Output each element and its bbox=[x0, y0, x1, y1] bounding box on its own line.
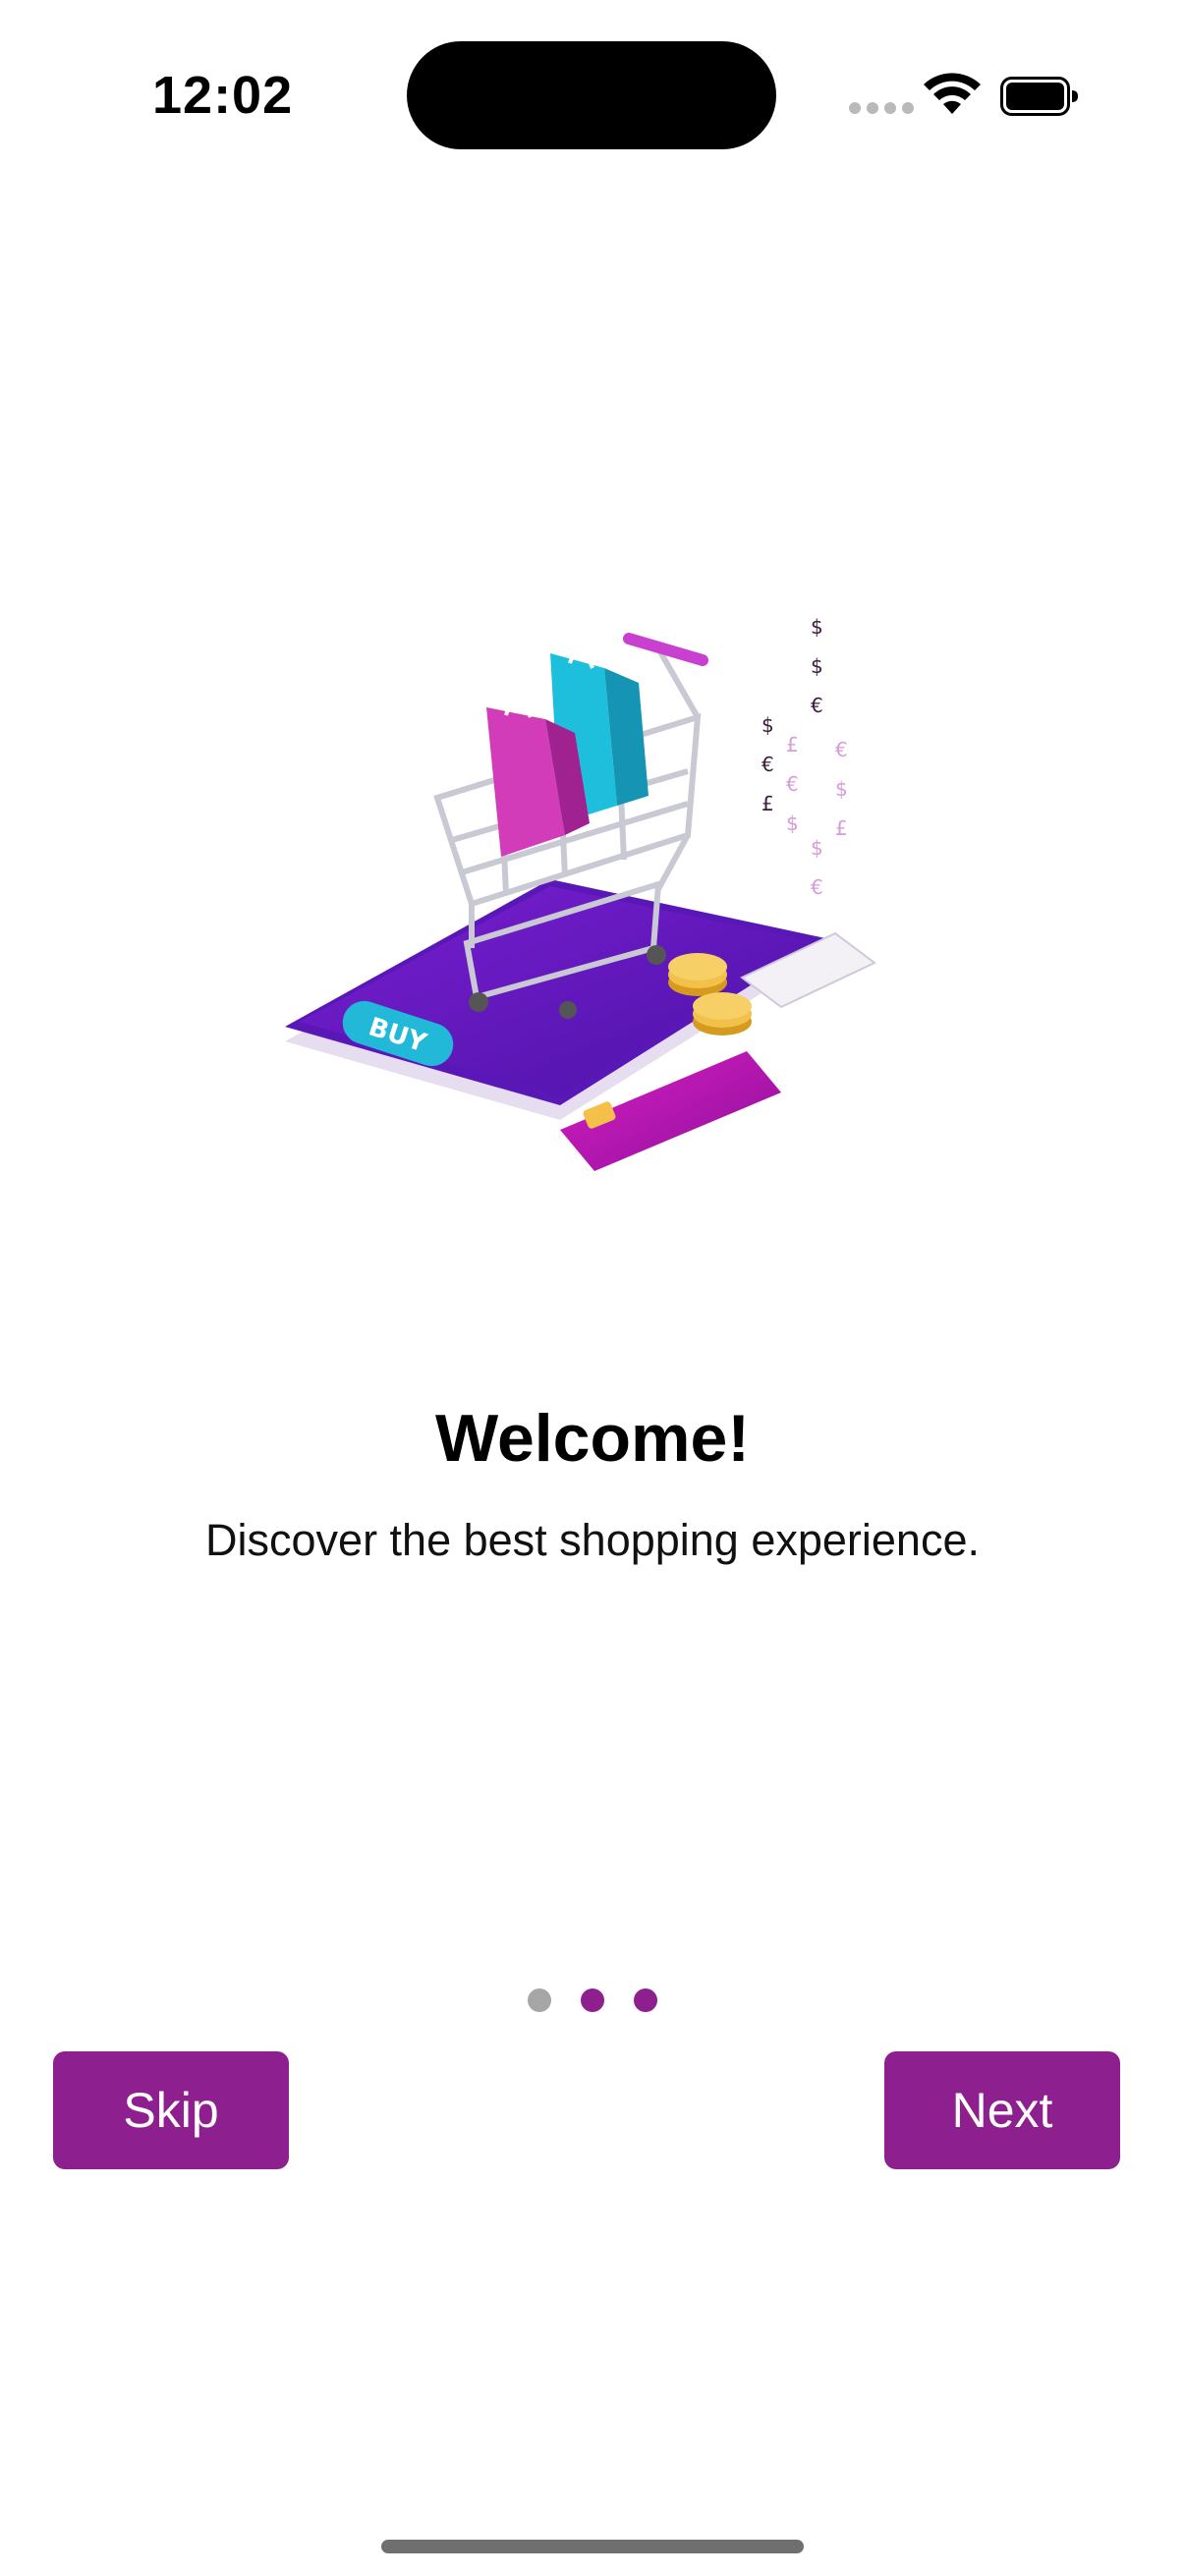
page-dot[interactable] bbox=[581, 1988, 604, 2012]
wifi-icon bbox=[924, 73, 981, 114]
svg-text:£: £ bbox=[762, 792, 774, 815]
svg-text:$: $ bbox=[762, 713, 774, 737]
svg-text:£: £ bbox=[835, 816, 848, 840]
svg-text:€: € bbox=[786, 772, 799, 796]
page-title: Welcome! bbox=[435, 1401, 750, 1476]
svg-text:£: £ bbox=[786, 733, 799, 756]
home-indicator[interactable] bbox=[381, 2540, 804, 2553]
svg-text:$: $ bbox=[786, 812, 799, 835]
battery-icon bbox=[1000, 77, 1078, 116]
cellular-signal-icon bbox=[849, 102, 914, 114]
status-time: 12:02 bbox=[152, 66, 294, 125]
shopping-cart-phone-illustration: BUY $$€ $€£ £€$ €$£ $€ bbox=[285, 615, 876, 1171]
svg-text:€: € bbox=[762, 753, 774, 776]
svg-text:$: $ bbox=[811, 615, 823, 639]
page-dot[interactable] bbox=[528, 1988, 551, 2012]
svg-text:€: € bbox=[835, 738, 848, 761]
svg-text:€: € bbox=[811, 694, 823, 717]
page-indicator[interactable] bbox=[528, 1988, 657, 2012]
svg-text:$: $ bbox=[835, 777, 848, 801]
page-dot[interactable] bbox=[634, 1988, 657, 2012]
svg-text:$: $ bbox=[811, 654, 823, 678]
svg-text:€: € bbox=[811, 875, 823, 899]
skip-button[interactable]: Skip bbox=[53, 2051, 289, 2169]
next-button[interactable]: Next bbox=[884, 2051, 1120, 2169]
page-subtitle: Discover the best shopping experience. bbox=[205, 1515, 980, 1565]
dynamic-island bbox=[407, 41, 776, 149]
svg-text:$: $ bbox=[811, 836, 823, 860]
